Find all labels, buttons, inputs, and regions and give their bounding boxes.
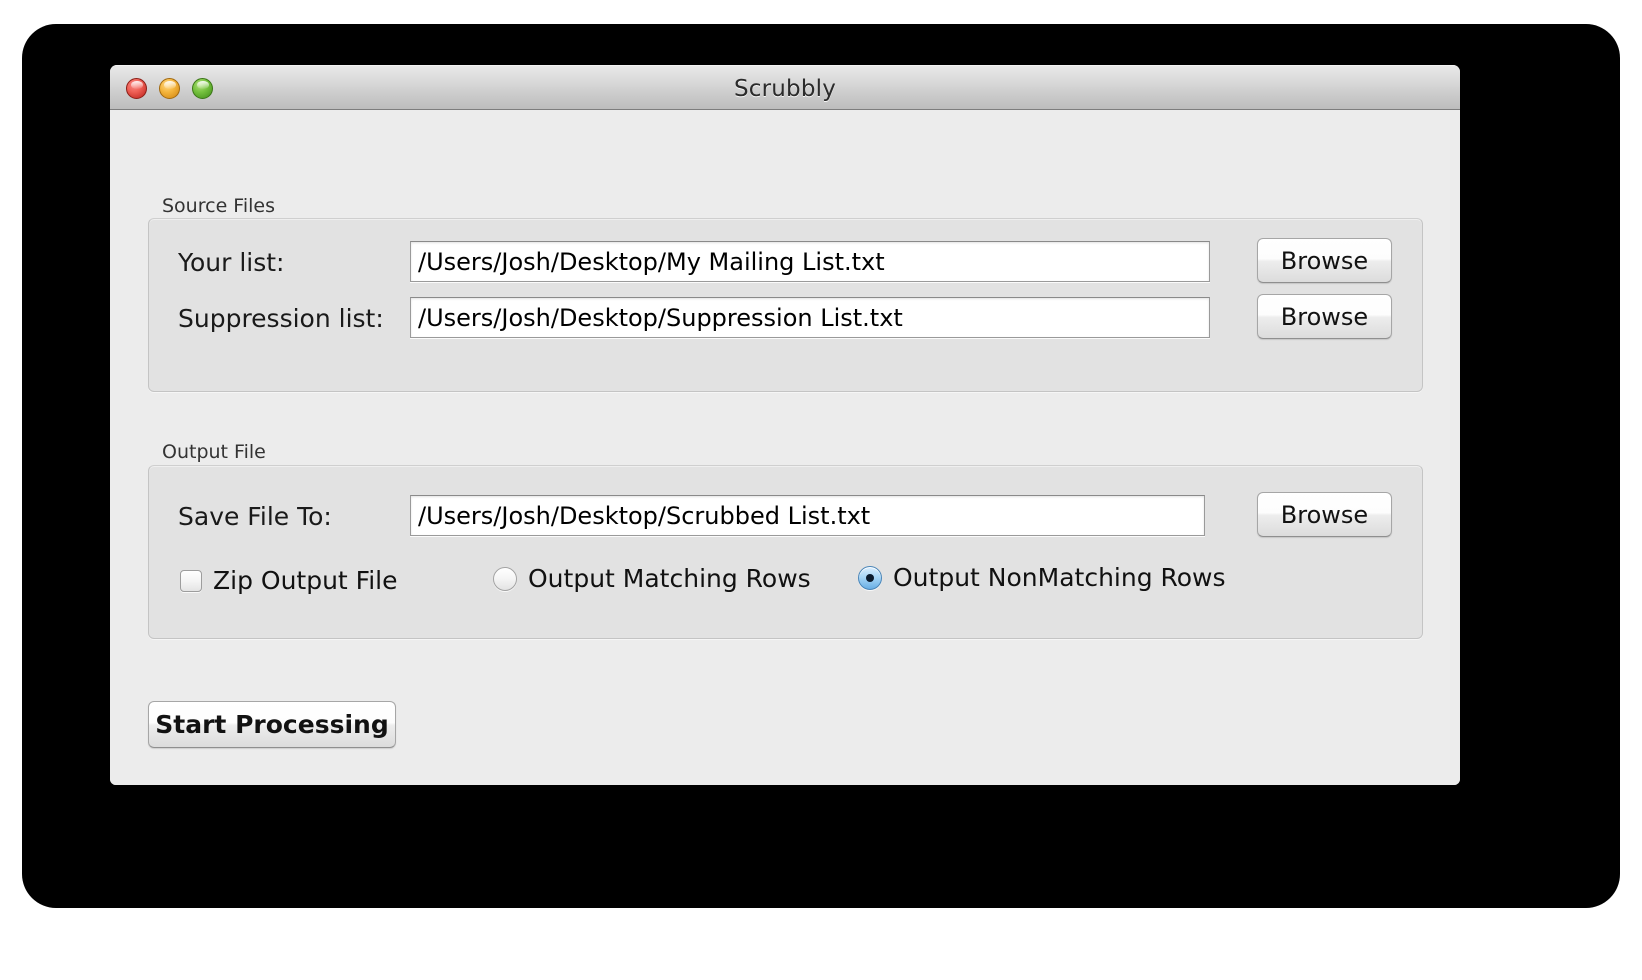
- output-nonmatching-rows-label: Output NonMatching Rows: [893, 563, 1226, 592]
- your-list-input[interactable]: /Users/Josh/Desktop/My Mailing List.txt: [410, 241, 1210, 282]
- start-processing-button[interactable]: Start Processing: [148, 701, 396, 748]
- browse-suppression-list-button[interactable]: Browse: [1257, 294, 1392, 339]
- browse-save-file-button[interactable]: Browse: [1257, 492, 1392, 537]
- save-file-to-label: Save File To:: [178, 502, 332, 531]
- source-files-group-label: Source Files: [162, 195, 275, 217]
- suppression-list-input[interactable]: /Users/Josh/Desktop/Suppression List.txt: [410, 297, 1210, 338]
- zip-output-file-checkbox[interactable]: Zip Output File: [180, 566, 398, 595]
- output-file-group-label: Output File: [162, 441, 266, 463]
- output-file-group: [148, 465, 1423, 639]
- save-file-to-input[interactable]: /Users/Josh/Desktop/Scrubbed List.txt: [410, 495, 1205, 536]
- zip-output-file-label: Zip Output File: [213, 566, 398, 595]
- checkbox-icon[interactable]: [180, 569, 202, 592]
- output-matching-rows-radio[interactable]: Output Matching Rows: [493, 564, 811, 593]
- window-content: Source Files Your list: /Users/Josh/Desk…: [110, 110, 1460, 785]
- output-nonmatching-rows-radio[interactable]: Output NonMatching Rows: [858, 563, 1226, 592]
- radio-selected-icon[interactable]: [858, 565, 882, 590]
- suppression-list-label: Suppression list:: [178, 304, 384, 333]
- window-titlebar[interactable]: Scrubbly: [110, 65, 1460, 110]
- your-list-label: Your list:: [178, 248, 285, 277]
- application-window: Scrubbly Source Files Your list: /Users/…: [110, 65, 1460, 785]
- window-title: Scrubbly: [733, 76, 837, 102]
- browse-your-list-button[interactable]: Browse: [1257, 238, 1392, 283]
- radio-unselected-icon[interactable]: [493, 566, 517, 591]
- output-matching-rows-label: Output Matching Rows: [528, 564, 811, 593]
